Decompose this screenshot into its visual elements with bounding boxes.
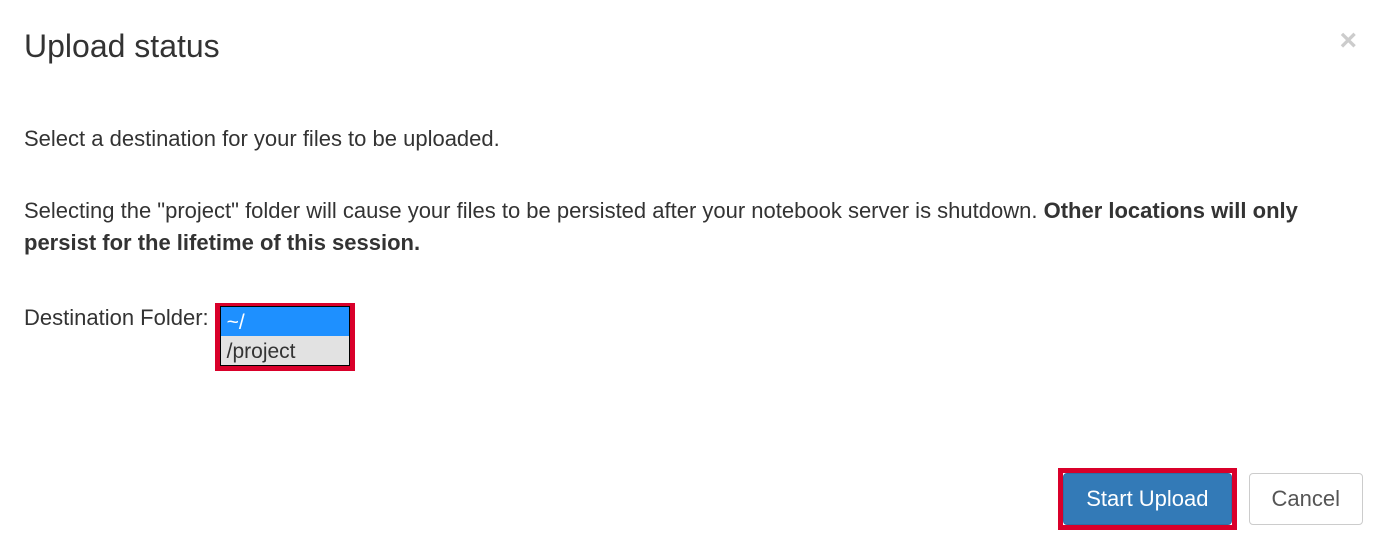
option-project[interactable]: /project xyxy=(221,336,349,365)
persistence-info: Selecting the "project" folder will caus… xyxy=(24,195,1363,259)
close-button[interactable]: × xyxy=(1339,26,1357,56)
persistence-info-prefix: Selecting the "project" folder will caus… xyxy=(24,198,1044,223)
start-upload-button[interactable]: Start Upload xyxy=(1063,473,1231,525)
modal-footer: Start Upload Cancel xyxy=(1058,468,1363,530)
start-upload-highlight: Start Upload xyxy=(1058,468,1236,530)
modal-title: Upload status xyxy=(24,28,1363,65)
close-icon: × xyxy=(1339,24,1357,57)
cancel-button[interactable]: Cancel xyxy=(1249,473,1363,525)
destination-row: Destination Folder: ~/ /project xyxy=(24,303,1363,371)
option-home[interactable]: ~/ xyxy=(221,307,349,336)
destination-label: Destination Folder: xyxy=(24,303,209,331)
intro-text: Select a destination for your files to b… xyxy=(24,123,1363,155)
destination-select-highlight: ~/ /project xyxy=(215,303,355,371)
destination-select[interactable]: ~/ /project xyxy=(220,306,350,366)
